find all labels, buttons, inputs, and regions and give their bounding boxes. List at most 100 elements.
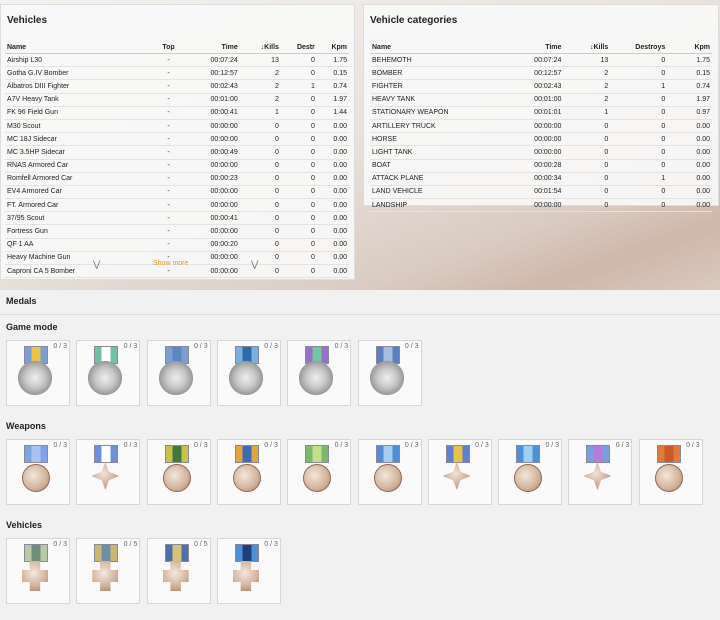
- medal-icon: [91, 462, 120, 490]
- categories-cell: STATIONARY WEAPON: [370, 106, 507, 120]
- medal-progress-count: 0 / 3: [686, 442, 700, 449]
- medal-progress-count: 0 / 3: [193, 343, 208, 350]
- medal-progress-count: 0 / 3: [615, 442, 630, 449]
- vehicles-cell: 0: [280, 238, 317, 252]
- vehicles-cell: 0.00: [316, 211, 349, 226]
- show-more-link[interactable]: Show more: [153, 260, 188, 267]
- categories-row: BOAT 00:00:28 0 0 0.00: [370, 159, 712, 173]
- medal-ribbon-icon: [516, 445, 541, 463]
- categories-cell: 00:00:34: [506, 172, 564, 186]
- vehicles-cell: -: [148, 79, 189, 94]
- vehicles-cell: -: [148, 53, 189, 68]
- medal-progress-count: 0 / 3: [123, 343, 138, 350]
- medal-item[interactable]: 0 / 3: [6, 340, 70, 406]
- medal-item[interactable]: 0 / 3: [357, 439, 422, 505]
- medal-progress-count: 0 / 3: [334, 343, 349, 350]
- categories-cell: 00:00:00: [506, 198, 564, 213]
- medal-ribbon-icon: [656, 445, 681, 463]
- medal-progress-count: 0 / 3: [404, 343, 419, 350]
- vehicles-cell: 0.00: [316, 172, 349, 186]
- medal-item[interactable]: 0 / 3: [287, 439, 352, 505]
- chevron-down-icon[interactable]: ⋁: [93, 259, 100, 270]
- categories-cell: 0.00: [667, 172, 712, 186]
- medal-item[interactable]: 0 / 3: [427, 439, 492, 505]
- categories-row: ARTILLERY TRUCK 00:00:00 0 0 0.00: [370, 119, 712, 134]
- categories-cell: 0: [563, 132, 611, 147]
- medal-item[interactable]: 0 / 3: [568, 439, 633, 505]
- categories-cell: 00:02:43: [506, 79, 564, 94]
- categories-cell: 00:00:00: [506, 145, 564, 160]
- medal-item[interactable]: 0 / 3: [6, 439, 70, 505]
- vehicles-cell: -: [148, 159, 189, 173]
- vehicles-header[interactable]: ↓Kills: [239, 41, 281, 54]
- vehicles-cell: -: [148, 132, 189, 147]
- vehicles-cell: 0: [239, 238, 281, 252]
- medal-item[interactable]: 0 / 3: [76, 439, 141, 505]
- vehicles-header[interactable]: Time: [188, 41, 240, 54]
- vehicles-cell: -: [148, 238, 189, 252]
- vehicles-row: RNAS Armored Car -00:00:00 0 0 0.00: [5, 159, 349, 173]
- categories-cell: 0.74: [667, 79, 712, 94]
- categories-row: LANDSHIP 00:00:00 0 0 0.00: [370, 198, 712, 213]
- vehicles-cell: 0.00: [316, 198, 349, 213]
- vehicles-cell: 00:00:49: [188, 145, 240, 160]
- medal-progress-count: 0 / 3: [53, 343, 67, 350]
- vehicles-header[interactable]: Top: [148, 41, 189, 54]
- medal-item[interactable]: 0 / 3: [216, 538, 281, 604]
- vehicles-header[interactable]: Destr: [280, 41, 317, 54]
- medal-item[interactable]: 0 / 3: [76, 340, 141, 406]
- medal-item[interactable]: 0 / 5: [146, 538, 211, 604]
- vehicles-cell: MC 18J Sidecar: [5, 132, 149, 147]
- vehicles-cell: 00:00:41: [188, 106, 240, 120]
- vehicles-cell: 0: [280, 185, 317, 200]
- vehicles-header[interactable]: Kpm: [316, 41, 349, 54]
- medal-section-title: Vehicles: [6, 520, 43, 530]
- medal-ribbon-icon: [24, 445, 48, 463]
- medal-item[interactable]: 0 / 3: [146, 340, 211, 406]
- categories-header[interactable]: Time: [506, 41, 564, 54]
- vehicles-cell: 00:00:23: [188, 172, 240, 186]
- medal-progress-count: 0 / 3: [475, 442, 489, 449]
- medal-icon: [442, 462, 471, 490]
- vehicles-cell: EV4 Armored Car: [5, 185, 149, 200]
- medal-item[interactable]: 0 / 5: [76, 538, 141, 604]
- vehicles-cell: 0.00: [316, 264, 349, 279]
- categories-cell: HEAVY TANK: [370, 93, 507, 107]
- categories-header[interactable]: Kpm: [667, 41, 712, 54]
- chevron-down-icon[interactable]: ⋁: [251, 259, 258, 270]
- categories-cell: 0: [610, 132, 668, 147]
- vehicles-cell: Romfell Armored Car: [5, 172, 149, 186]
- vehicles-cell: 0: [239, 132, 281, 147]
- medal-item[interactable]: 0 / 3: [287, 340, 352, 406]
- vehicles-cell: Heavy Machine Gun: [5, 251, 149, 266]
- medal-item[interactable]: 0 / 3: [146, 439, 211, 505]
- categories-row: STATIONARY WEAPON 00:01:01 1 0 0.97: [370, 106, 712, 120]
- categories-cell: LAND VEHICLE: [370, 185, 507, 200]
- categories-header[interactable]: Destroys: [610, 41, 668, 54]
- categories-cell: 1: [610, 79, 668, 94]
- medal-item[interactable]: 0 / 3: [498, 439, 563, 505]
- medal-icon: [18, 361, 52, 395]
- categories-cell: 0.97: [667, 106, 712, 120]
- vehicles-cell: 0: [280, 66, 317, 81]
- vehicle-categories-table: Name Time ↓Kills Destroys Kpm BEHEMOTH 00:07:…: [370, 41, 712, 213]
- medals-title: Medals: [6, 296, 37, 306]
- medal-item[interactable]: 0 / 3: [357, 340, 422, 406]
- medal-item[interactable]: 0 / 3: [216, 439, 281, 505]
- vehicles-cell: 0.00: [316, 159, 349, 173]
- vehicles-row: Gotha G.IV Bomber -00:12:57 2 0 0.15: [5, 66, 349, 81]
- vehicle-categories-panel: Vehicle categories Name Time ↓Kills Destroy…: [363, 4, 719, 213]
- categories-cell: LIGHT TANK: [370, 145, 507, 160]
- categories-header[interactable]: ↓Kills: [563, 41, 611, 54]
- vehicles-cell: 00:00:00: [188, 198, 240, 213]
- medal-item[interactable]: 0 / 3: [638, 439, 703, 505]
- vehicles-cell: 00:00:00: [188, 159, 240, 173]
- medal-item[interactable]: 0 / 3: [216, 340, 281, 406]
- categories-row: HEAVY TANK 00:01:00 2 0 1.97: [370, 93, 712, 107]
- vehicles-cell: 0.00: [316, 132, 349, 147]
- medal-ribbon-icon: [445, 445, 470, 463]
- medal-icon: [299, 361, 334, 395]
- vehicles-cell: -: [148, 106, 189, 120]
- medal-item[interactable]: 0 / 3: [6, 538, 70, 604]
- categories-cell: 0: [610, 53, 668, 68]
